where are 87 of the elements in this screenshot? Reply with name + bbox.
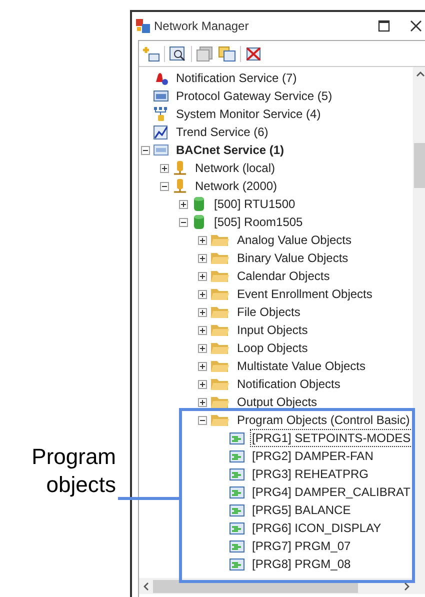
expand-icon[interactable] [179, 200, 188, 208]
expand-icon[interactable] [198, 380, 207, 388]
tree-item[interactable]: [PRG2] DAMPER-FAN [250, 447, 376, 465]
program-window-icon [229, 466, 245, 482]
tree-item[interactable]: Network (2000) [193, 177, 280, 195]
app-icon [136, 19, 150, 33]
collapse-icon[interactable] [198, 416, 207, 424]
program-window-icon [229, 502, 245, 518]
tree-item[interactable]: Protocol Gateway Service (5) [174, 87, 334, 105]
tree-item[interactable]: [500] RTU1500 [212, 195, 298, 213]
folder-icon [210, 358, 230, 374]
expand-icon[interactable] [198, 236, 207, 244]
collapse-icon[interactable] [141, 146, 150, 154]
expand-icon[interactable] [198, 326, 207, 334]
collapse-icon[interactable] [179, 218, 188, 226]
tree-item[interactable]: Event Enrollment Objects [235, 285, 374, 303]
expand-icon[interactable] [160, 164, 169, 172]
network-cylinder-icon [172, 160, 188, 176]
tree-item[interactable]: Calendar Objects [235, 267, 332, 285]
tree-item[interactable]: [PRG8] PRGM_08 [250, 555, 353, 573]
callout-label: Program objects [30, 443, 116, 499]
folder-icon [210, 232, 230, 248]
folder-icon [210, 412, 230, 428]
close-icon[interactable] [410, 20, 422, 32]
tree-item[interactable]: Notification Service (7) [174, 69, 299, 87]
line-chart-icon [153, 124, 169, 140]
tree-item[interactable]: Output Objects [235, 393, 320, 411]
tree-item[interactable]: Trend Service (6) [174, 123, 270, 141]
tree-item[interactable]: Binary Value Objects [235, 249, 350, 267]
expand-icon[interactable] [198, 254, 207, 262]
folder-icon [210, 322, 230, 338]
delete-icon[interactable] [245, 46, 263, 62]
table-icon[interactable] [196, 46, 214, 62]
stacked-tables-icon[interactable] [218, 46, 236, 62]
cylinder-icon [191, 214, 207, 230]
hierarchy-icon [153, 106, 169, 122]
program-window-icon [229, 430, 245, 446]
folder-icon [210, 394, 230, 410]
program-window-icon [229, 538, 245, 554]
tree-item[interactable]: Analog Value Objects [235, 231, 354, 249]
tree-item[interactable]: Notification Objects [235, 375, 342, 393]
vertical-scrollbar[interactable] [412, 67, 425, 578]
scroll-right-icon[interactable] [404, 582, 410, 590]
collapse-icon[interactable] [160, 182, 169, 190]
tree-item[interactable]: [PRG3] REHEATPRG [250, 465, 370, 483]
tree-item[interactable]: Multistate Value Objects [235, 357, 368, 375]
scroll-left-icon[interactable] [143, 582, 149, 590]
add-item-icon[interactable] [142, 46, 160, 62]
bac-box-icon [153, 142, 169, 158]
expand-icon[interactable] [198, 308, 207, 316]
folder-icon [210, 250, 230, 266]
pg-box-icon [153, 88, 169, 104]
tree-item[interactable]: [PRG7] PRGM_07 [250, 537, 353, 555]
tree-item[interactable]: System Monitor Service (4) [174, 105, 323, 123]
tree-item[interactable]: File Objects [235, 303, 302, 321]
tree-item[interactable]: [PRG6] ICON_DISPLAY [250, 519, 384, 537]
tree-item[interactable]: BACnet Service (1) [174, 141, 286, 159]
expand-icon[interactable] [198, 362, 207, 370]
tree-item[interactable]: Program Objects (Control Basic) [235, 411, 412, 429]
program-window-icon [229, 520, 245, 536]
network-cylinder-icon [172, 178, 188, 194]
expand-icon[interactable] [198, 290, 207, 298]
tree-item[interactable]: Network (local) [193, 159, 278, 177]
expand-icon[interactable] [198, 272, 207, 280]
folder-icon [210, 304, 230, 320]
scrollbar-thumb[interactable] [414, 143, 425, 188]
program-window-icon [229, 448, 245, 464]
program-window-icon [229, 556, 245, 572]
cylinder-icon [191, 196, 207, 212]
tree-item[interactable]: Input Objects [235, 321, 310, 339]
folder-icon [210, 376, 230, 392]
folder-icon [210, 340, 230, 356]
expand-icon[interactable] [198, 344, 207, 352]
magnifier-window-icon[interactable] [169, 46, 187, 62]
scroll-up-icon[interactable] [416, 71, 425, 77]
tree-item[interactable]: [PRG1] SETPOINTS-MODES [250, 429, 413, 447]
tree-item[interactable]: [PRG5] BALANCE [250, 501, 353, 519]
window-title: Network Manager [154, 18, 249, 35]
expand-icon[interactable] [198, 398, 207, 406]
maximize-icon[interactable] [378, 20, 390, 32]
leader-line [118, 497, 180, 500]
tree-item[interactable]: [PRG4] DAMPER_CALIBRAT [250, 483, 412, 501]
tree-item[interactable]: [505] Room1505 [212, 213, 305, 231]
tree-item[interactable]: Loop Objects [235, 339, 310, 357]
folder-icon [210, 286, 230, 302]
program-window-icon [229, 484, 245, 500]
folder-icon [210, 268, 230, 284]
